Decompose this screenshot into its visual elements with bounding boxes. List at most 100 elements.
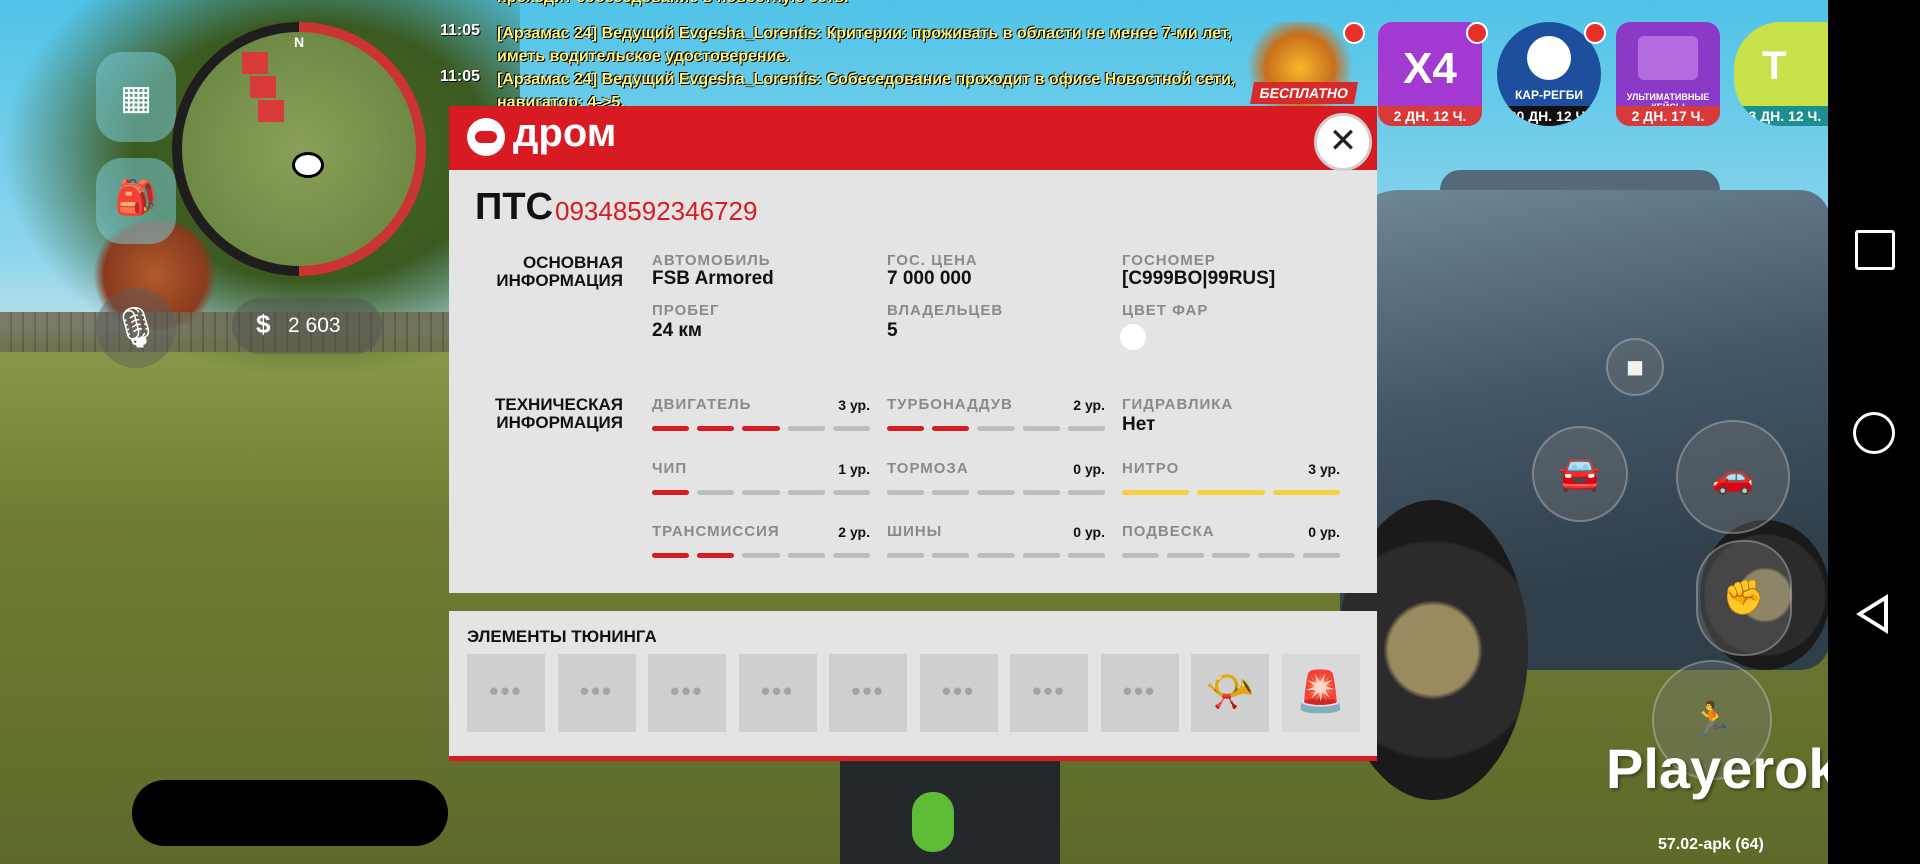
running-icon: 🏃: [1690, 701, 1734, 739]
empty-slot-icon: •••: [670, 676, 704, 706]
map-house-icon: [242, 52, 268, 74]
vehicle-menu-button[interactable]: 🚗: [1676, 420, 1790, 534]
level-segment: [787, 490, 825, 495]
promo-ultimate-cases[interactable]: УЛЬТИМАТИВНЫЕ КЕЙСЫ 2 ДН. 17 Ч.: [1616, 22, 1720, 126]
empty-slot-icon: •••: [1122, 676, 1157, 706]
car-label: АВТОМОБИЛЬ: [652, 252, 771, 269]
minimap[interactable]: N: [172, 22, 426, 276]
microphone-button[interactable]: 🎙: [96, 288, 176, 368]
promo-title: КАР-РЕГБИ: [1514, 88, 1584, 102]
level-segment: [932, 426, 970, 431]
tuning-slot[interactable]: •••: [829, 654, 907, 732]
level-segment: [887, 553, 925, 558]
level-segment: [832, 426, 870, 431]
level-segment: [652, 426, 690, 431]
basic-info-heading: ОСНОВНАЯ ИНФОРМАЦИЯ: [496, 253, 623, 290]
promo-title: X4: [1403, 44, 1457, 93]
close-button[interactable]: ✕: [1314, 113, 1372, 171]
chat-message: проходит собеседование в новостную сеть.: [497, 0, 1277, 9]
owners-label: ВЛАДЕЛЬЦЕВ: [887, 302, 1004, 319]
map-house-icon: [258, 100, 284, 122]
player-glove: [912, 792, 954, 852]
cars-icon: 🚗: [1711, 458, 1755, 496]
shield-icon: T: [1762, 44, 1787, 88]
level-segment: [742, 490, 780, 495]
car-icon: 🚘: [1558, 455, 1602, 493]
level-segment: [932, 490, 970, 495]
redaction-mark: [132, 780, 448, 846]
back-icon[interactable]: [1856, 594, 1888, 634]
pts-number: 09348592346729: [555, 196, 758, 226]
level-segment: [887, 426, 925, 431]
dollar-icon: $: [256, 309, 271, 339]
menu-button[interactable]: ▦: [96, 52, 176, 142]
grid-icon: ▦: [119, 79, 153, 117]
tech-info-heading: ТЕХНИЧЕСКАЯ ИНФОРМАЦИЯ: [495, 395, 623, 432]
enter-vehicle-button[interactable]: 🚘: [1532, 426, 1628, 522]
punch-button[interactable]: ✊: [1696, 540, 1792, 656]
empty-slot-icon: •••: [941, 676, 976, 706]
stat-level: 0 ур.: [1308, 524, 1340, 540]
headlight-color-swatch: [1120, 324, 1146, 350]
stat-label: НИТРО: [1122, 460, 1180, 477]
tuning-title: ЭЛЕМЕНТЫ ТЮНИНГА: [467, 627, 657, 646]
inventory-button[interactable]: 🎒: [96, 158, 176, 244]
level-segment: [1272, 490, 1340, 495]
promo-shield[interactable]: T 23 ДН. 12 Ч.: [1734, 22, 1828, 126]
plate-value: [C999BO|99RUS]: [1122, 268, 1276, 289]
level-segment: [697, 490, 735, 495]
stat-level: 2 ур.: [838, 524, 870, 540]
mileage-value: 24 км: [652, 320, 702, 341]
level-segment: [1122, 553, 1160, 558]
backpack-icon: 🎒: [114, 179, 158, 217]
tuning-slot[interactable]: •••: [1100, 654, 1179, 732]
stat-level: 3 ур.: [1308, 461, 1340, 477]
tuning-slot[interactable]: 📯: [1191, 654, 1269, 732]
minimap-terrain: [182, 32, 416, 266]
fence: [0, 312, 460, 352]
plate-label: ГОСНОМЕР: [1122, 252, 1216, 269]
camera-button[interactable]: ◼: [1606, 338, 1664, 396]
hydraulics-value: Нет: [1122, 414, 1156, 435]
tuning-slot[interactable]: 🚨: [1281, 654, 1360, 732]
empty-slot-icon: •••: [579, 676, 614, 706]
level-segment: [977, 426, 1015, 431]
level-segment: [932, 553, 970, 558]
tuning-slot[interactable]: •••: [738, 654, 817, 732]
ball-icon: [1527, 36, 1571, 80]
stat-level: 0 ур.: [1073, 524, 1105, 540]
level-segment: [832, 553, 870, 558]
notification-dot: [1584, 22, 1606, 44]
tuning-slot[interactable]: •••: [648, 654, 726, 732]
price-label: ГОС. ЦЕНА: [887, 252, 978, 269]
tuning-slot[interactable]: •••: [919, 654, 998, 732]
stat-label: ТОРМОЗА: [887, 460, 969, 477]
money-amount: 2 603: [288, 314, 341, 337]
chat-time: 11:05: [440, 22, 481, 39]
owners-value: 5: [887, 320, 898, 341]
level-segment: [1212, 553, 1250, 558]
brand-name: дром: [513, 111, 617, 155]
level-segment: [832, 490, 870, 495]
empty-slot-icon: •••: [489, 676, 523, 706]
notification-dot: [1343, 22, 1365, 44]
promo-timer: 2 ДН. 12 Ч.: [1378, 106, 1482, 126]
level-segment: [1302, 553, 1340, 558]
fist-icon: ✊: [1722, 579, 1766, 617]
home-icon[interactable]: [1853, 412, 1895, 454]
tuning-slot[interactable]: •••: [1010, 654, 1088, 732]
chat-message: [Арзамас 24] Ведущий Evgesha_Lorentis: К…: [497, 25, 1232, 65]
level-segment: [742, 426, 780, 431]
recents-icon[interactable]: [1855, 230, 1895, 270]
empty-slot-icon: •••: [760, 676, 795, 706]
level-segment: [652, 553, 690, 558]
tuning-slot[interactable]: •••: [467, 654, 545, 732]
level-segment: [1122, 490, 1190, 495]
level-segment: [1022, 426, 1060, 431]
stat-label: ПОДВЕСКА: [1122, 523, 1215, 540]
stat-label: ДВИГАТЕЛЬ: [652, 396, 752, 413]
north-marker: N: [294, 34, 305, 50]
free-label: БЕСПЛАТНО: [1250, 82, 1358, 104]
stat-level: 2 ур.: [1073, 397, 1105, 413]
tuning-slot[interactable]: •••: [557, 654, 636, 732]
